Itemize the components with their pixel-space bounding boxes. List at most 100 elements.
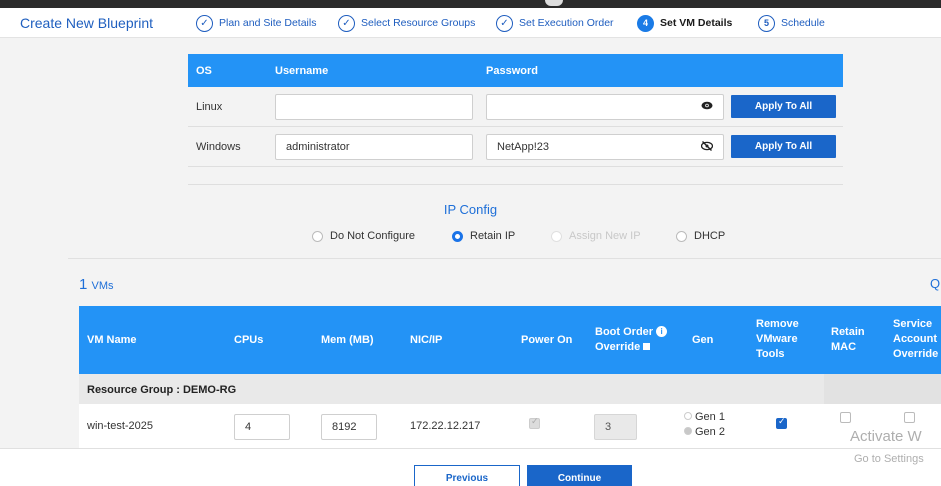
step-number-badge: 4 xyxy=(637,14,654,32)
radio-retain-ip[interactable]: Retain IP xyxy=(452,230,515,242)
credentials-header: OS Username Password xyxy=(188,54,843,87)
radio-icon xyxy=(684,412,692,420)
power-on-checkbox: ✓ xyxy=(529,416,540,429)
check-circle-icon: ✓ xyxy=(196,14,213,32)
step-select-resource-groups[interactable]: ✓ Select Resource Groups xyxy=(338,13,475,33)
wizard-header: Create New Blueprint ✓ Plan and Site Det… xyxy=(0,8,941,38)
credentials-table: OS Username Password Linux Apply To All … xyxy=(188,54,843,167)
radio-selected-icon xyxy=(684,427,692,435)
activation-watermark-subtitle: Go to Settings xyxy=(854,453,924,465)
os-label: Windows xyxy=(196,141,241,153)
vm-name-column-header: VM Name xyxy=(87,334,137,346)
step-number-badge: 5 xyxy=(758,14,775,32)
page-title: Create New Blueprint xyxy=(20,15,154,31)
nic-ip-column-header: NIC/IP xyxy=(410,334,443,346)
vm-table: VM Name CPUs Mem (MB) NIC/IP Power On Bo… xyxy=(79,306,941,448)
header-line: VMware xyxy=(756,333,798,345)
windows-password-input[interactable]: NetApp!23 xyxy=(486,134,724,160)
cpus-input[interactable]: 4 xyxy=(234,414,290,440)
password-value: NetApp!23 xyxy=(497,141,549,153)
boot-order-label: Boot Order xyxy=(595,326,654,338)
header-line: Service xyxy=(893,318,933,330)
power-on-column-header: Power On xyxy=(521,334,573,346)
retain-mac-column-header: Retain MAC xyxy=(831,325,865,355)
step-label: Plan and Site Details xyxy=(219,17,317,29)
activation-watermark: Activate W xyxy=(850,428,922,445)
divider xyxy=(188,184,843,185)
linux-password-input[interactable] xyxy=(486,94,724,120)
credentials-row-windows: Windows administrator NetApp!23 Apply To… xyxy=(188,127,843,167)
eye-icon[interactable] xyxy=(701,101,713,113)
main-content: OS Username Password Linux Apply To All … xyxy=(0,38,941,448)
radio-selected-icon xyxy=(452,230,463,242)
check-circle-icon: ✓ xyxy=(338,14,355,32)
radio-assign-new-ip: Assign New IP xyxy=(551,230,641,242)
step-label: Schedule xyxy=(781,17,825,29)
resource-group-fill xyxy=(824,374,941,404)
header-line: MAC xyxy=(831,341,857,353)
gen-label: Gen 2 xyxy=(695,426,725,438)
step-plan-and-site-details[interactable]: ✓ Plan and Site Details xyxy=(196,13,316,33)
search-icon[interactable]: Q xyxy=(930,276,940,291)
remove-vmware-tools-column-header: Remove VMware Tools xyxy=(756,317,799,362)
radio-icon xyxy=(676,230,687,242)
override-label: Override xyxy=(595,341,641,353)
gen-options: Gen 1 Gen 2 xyxy=(684,410,725,440)
divider xyxy=(68,258,941,259)
retain-mac-checkbox[interactable] xyxy=(840,412,851,423)
boot-order-input: 3 xyxy=(594,414,637,440)
mem-input[interactable]: 8192 xyxy=(321,414,377,440)
info-icon[interactable]: i xyxy=(656,326,668,337)
check-circle-icon: ✓ xyxy=(496,14,513,32)
gen-label: Gen 1 xyxy=(695,411,725,423)
cpus-column-header: CPUs xyxy=(234,334,264,346)
vm-count: 1 VMs xyxy=(79,276,114,293)
step-set-execution-order[interactable]: ✓ Set Execution Order xyxy=(496,13,614,33)
previous-button[interactable]: Previous xyxy=(414,465,520,486)
ip-config-options: Do Not Configure Retain IP Assign New IP… xyxy=(0,230,941,246)
eye-slash-icon[interactable] xyxy=(700,141,714,154)
resource-group-label: Resource Group : DEMO-RG xyxy=(87,384,237,396)
continue-button[interactable]: Continue xyxy=(527,465,632,486)
nic-ip-value: 172.22.12.217 xyxy=(410,420,481,432)
gen-2-option[interactable]: Gen 2 xyxy=(684,425,725,440)
ip-config-title: IP Config xyxy=(443,202,498,217)
radio-label: DHCP xyxy=(694,230,726,242)
linux-username-input[interactable] xyxy=(275,94,473,120)
username-column-header: Username xyxy=(275,65,329,77)
linux-apply-to-all-button[interactable]: Apply To All xyxy=(731,95,836,118)
radio-label: Do Not Configure xyxy=(330,230,415,242)
os-label: Linux xyxy=(196,101,223,113)
os-column-header: OS xyxy=(196,65,212,77)
footer-bar: Previous Continue xyxy=(0,448,941,486)
boot-override-checkbox[interactable] xyxy=(643,343,651,350)
gen-1-option[interactable]: Gen 1 xyxy=(684,410,725,425)
step-schedule[interactable]: 5 Schedule xyxy=(758,13,825,33)
header-line: Account xyxy=(893,333,937,345)
step-label: Set Execution Order xyxy=(519,17,614,29)
radio-dhcp[interactable]: DHCP xyxy=(676,230,725,242)
windows-username-input[interactable]: administrator xyxy=(275,134,473,160)
vm-count-label: VMs xyxy=(91,280,114,292)
windows-apply-to-all-button[interactable]: Apply To All xyxy=(731,135,836,158)
tab-handle xyxy=(545,0,563,6)
credentials-row-linux: Linux Apply To All xyxy=(188,87,843,127)
mem-column-header: Mem (MB) xyxy=(321,334,374,346)
radio-label: Retain IP xyxy=(470,230,516,242)
radio-do-not-configure[interactable]: Do Not Configure xyxy=(312,230,415,242)
resource-group-row: Resource Group : DEMO-RG xyxy=(79,374,941,404)
table-row: win-test-2025 4 8192 172.22.12.217 ✓ 3 G… xyxy=(79,404,941,448)
radio-icon xyxy=(312,230,323,242)
service-account-override-column-header: Service Account Override xyxy=(893,317,938,362)
vm-count-number: 1 xyxy=(79,276,88,293)
vm-table-header: VM Name CPUs Mem (MB) NIC/IP Power On Bo… xyxy=(79,306,941,374)
header-line: Remove xyxy=(756,318,799,330)
header-line: Retain xyxy=(831,326,865,338)
service-account-override-checkbox[interactable] xyxy=(904,412,915,423)
radio-icon xyxy=(551,230,562,242)
header-line: Override xyxy=(893,348,939,360)
boot-order-column-header: Boot Order i Override xyxy=(595,325,668,355)
window-top-band xyxy=(0,0,941,8)
remove-vmware-tools-checkbox[interactable]: ✓ xyxy=(776,416,787,429)
step-set-vm-details[interactable]: 4 Set VM Details xyxy=(637,13,732,33)
